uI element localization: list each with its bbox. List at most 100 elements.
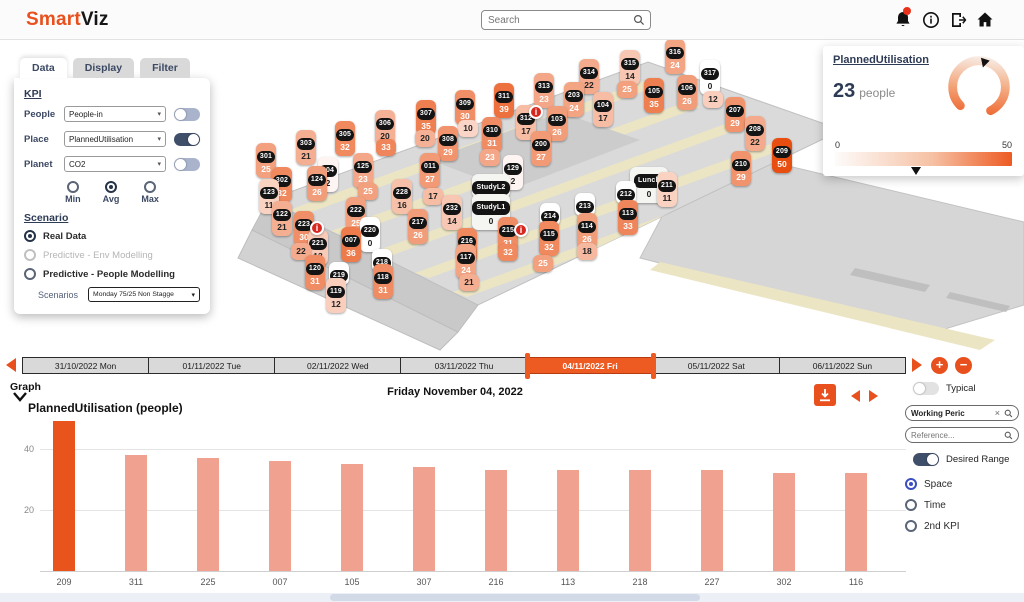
room-badge-232[interactable]: 23214	[442, 195, 462, 230]
logout-icon[interactable]	[948, 10, 968, 30]
tab-filter[interactable]: Filter	[140, 58, 190, 78]
chart-bar-209[interactable]	[53, 421, 75, 571]
kpi-toggle-people[interactable]	[174, 108, 200, 121]
room-badge-305[interactable]: 30532	[335, 121, 355, 156]
chart-bar-307[interactable]	[413, 467, 435, 571]
radio-scenario[interactable]	[24, 268, 36, 280]
chart-bar-116[interactable]	[845, 473, 867, 571]
radio-mode[interactable]	[905, 499, 917, 511]
room-badge[interactable]: 25	[533, 255, 553, 272]
reference-input[interactable]	[911, 431, 1004, 440]
room-badge-211[interactable]: 21111	[657, 172, 677, 207]
room-badge-209[interactable]: 20950	[772, 138, 792, 173]
working-period-filter[interactable]: Working Peric ×	[905, 405, 1019, 421]
room-badge-220[interactable]: 2200	[360, 217, 380, 252]
timeline-day[interactable]: 03/11/2022 Thu	[400, 357, 526, 374]
kpi-select-people[interactable]: People-in▾	[64, 106, 166, 122]
room-badge-119[interactable]: 11912	[326, 278, 346, 313]
room-badge-303[interactable]: 30321	[296, 130, 316, 165]
clear-filter-icon[interactable]: ×	[995, 408, 1000, 418]
home-icon[interactable]	[975, 10, 995, 30]
agg-option-avg[interactable]: Avg	[103, 181, 120, 204]
room-badge-120[interactable]: 12031	[305, 255, 325, 290]
room-badge[interactable]: 21	[459, 274, 479, 291]
radio-mode[interactable]	[905, 478, 917, 490]
graph-prev-button[interactable]	[851, 390, 860, 402]
chart-bar-218[interactable]	[629, 470, 651, 571]
room-badge-228[interactable]: 22816	[392, 179, 412, 214]
timeline-day[interactable]: 06/11/2022 Sun	[779, 357, 906, 374]
radio-avg[interactable]	[105, 181, 117, 193]
kpi-toggle-planet[interactable]	[174, 158, 200, 171]
room-badge[interactable]: 33	[376, 139, 396, 156]
tab-data[interactable]: Data	[20, 58, 67, 78]
graph-next-button[interactable]	[869, 390, 878, 402]
chart-bar-216[interactable]	[485, 470, 507, 571]
room-badge-313[interactable]: 31323	[534, 73, 554, 108]
room-badge-316[interactable]: 31624	[665, 39, 685, 74]
radio-mode[interactable]	[905, 520, 917, 532]
room-badge-310[interactable]: 31031	[482, 117, 502, 152]
scenario-option[interactable]: Real Data	[24, 230, 200, 242]
info-icon[interactable]	[921, 10, 941, 30]
mode-option-space[interactable]: Space	[905, 478, 1019, 490]
room-badge-315[interactable]: 31514	[620, 50, 640, 85]
room-badge[interactable]: 18	[577, 243, 597, 260]
chart-bar-311[interactable]	[125, 455, 147, 571]
room-badge-207[interactable]: 20729	[725, 97, 745, 132]
global-search[interactable]	[481, 10, 651, 30]
chart-bar-105[interactable]	[341, 464, 363, 571]
timeline-day[interactable]: 31/10/2022 Mon	[22, 357, 148, 374]
room-badge-113[interactable]: 11333	[618, 200, 638, 235]
timeline-next-button[interactable]	[912, 358, 922, 372]
room-badge-011[interactable]: 01127	[420, 153, 440, 188]
range-handle-right[interactable]	[651, 353, 656, 379]
gauge-marker[interactable]	[911, 167, 921, 175]
timeline-day[interactable]: 05/11/2022 Sat	[653, 357, 779, 374]
typical-toggle[interactable]	[913, 382, 939, 395]
timeline-remove-button[interactable]: −	[955, 357, 972, 374]
room-badge-106[interactable]: 10626	[677, 75, 697, 110]
download-button[interactable]	[814, 384, 836, 406]
room-badge-105[interactable]: 10535	[644, 78, 664, 113]
room-badge-122[interactable]: 12221	[272, 201, 292, 236]
radio-scenario[interactable]	[24, 249, 36, 261]
agg-option-min[interactable]: Min	[65, 181, 81, 204]
room-badge[interactable]: 23	[480, 149, 500, 166]
notifications-bell-icon[interactable]	[893, 10, 913, 30]
room-badge-007[interactable]: 00736	[341, 227, 361, 262]
chart-bar-302[interactable]	[773, 473, 795, 571]
room-badge[interactable]: 12	[703, 91, 723, 108]
mode-option-time[interactable]: Time	[905, 499, 1019, 511]
timeline-day[interactable]: 02/11/2022 Wed	[274, 357, 400, 374]
agg-option-max[interactable]: Max	[141, 181, 159, 204]
scrollbar-thumb[interactable]	[330, 594, 700, 601]
search-input[interactable]	[482, 15, 633, 26]
chart-bar-225[interactable]	[197, 458, 219, 571]
scenario-option[interactable]: Predictive - People Modelling	[24, 268, 200, 280]
room-badge-308[interactable]: 30829	[438, 126, 458, 161]
room-badge-124[interactable]: 12426	[307, 166, 327, 201]
room-badge-200[interactable]: 20027	[531, 131, 551, 166]
room-badge[interactable]: 17	[423, 188, 443, 205]
mode-option-2nd-kpi[interactable]: 2nd KPI	[905, 520, 1019, 532]
kpi-select-planet[interactable]: CO2▾	[64, 156, 166, 172]
chart-bar-227[interactable]	[701, 470, 723, 571]
scenario-option[interactable]: Predictive - Env Modelling	[24, 249, 200, 261]
radio-max[interactable]	[144, 181, 156, 193]
room-badge-208[interactable]: 20822	[745, 116, 765, 151]
range-handle-left[interactable]	[525, 353, 530, 379]
desired-range-toggle[interactable]	[913, 453, 939, 466]
timeline-day-active[interactable]: 04/11/2022 Fri	[527, 357, 653, 374]
room-badge-317[interactable]: 3170	[700, 60, 720, 95]
radio-scenario[interactable]	[24, 230, 36, 242]
room-badge[interactable]: 32	[498, 244, 518, 261]
timeline-day[interactable]: 01/11/2022 Tue	[148, 357, 274, 374]
room-badge-118[interactable]: 11831	[373, 264, 393, 299]
room-badge-311[interactable]: 31139	[494, 83, 514, 118]
chart-bar-113[interactable]	[557, 470, 579, 571]
chart-bar-007[interactable]	[269, 461, 291, 571]
timeline-add-button[interactable]: +	[931, 357, 948, 374]
room-badge[interactable]: 10	[458, 120, 478, 137]
graph-collapse-chevron-icon[interactable]	[12, 392, 28, 402]
